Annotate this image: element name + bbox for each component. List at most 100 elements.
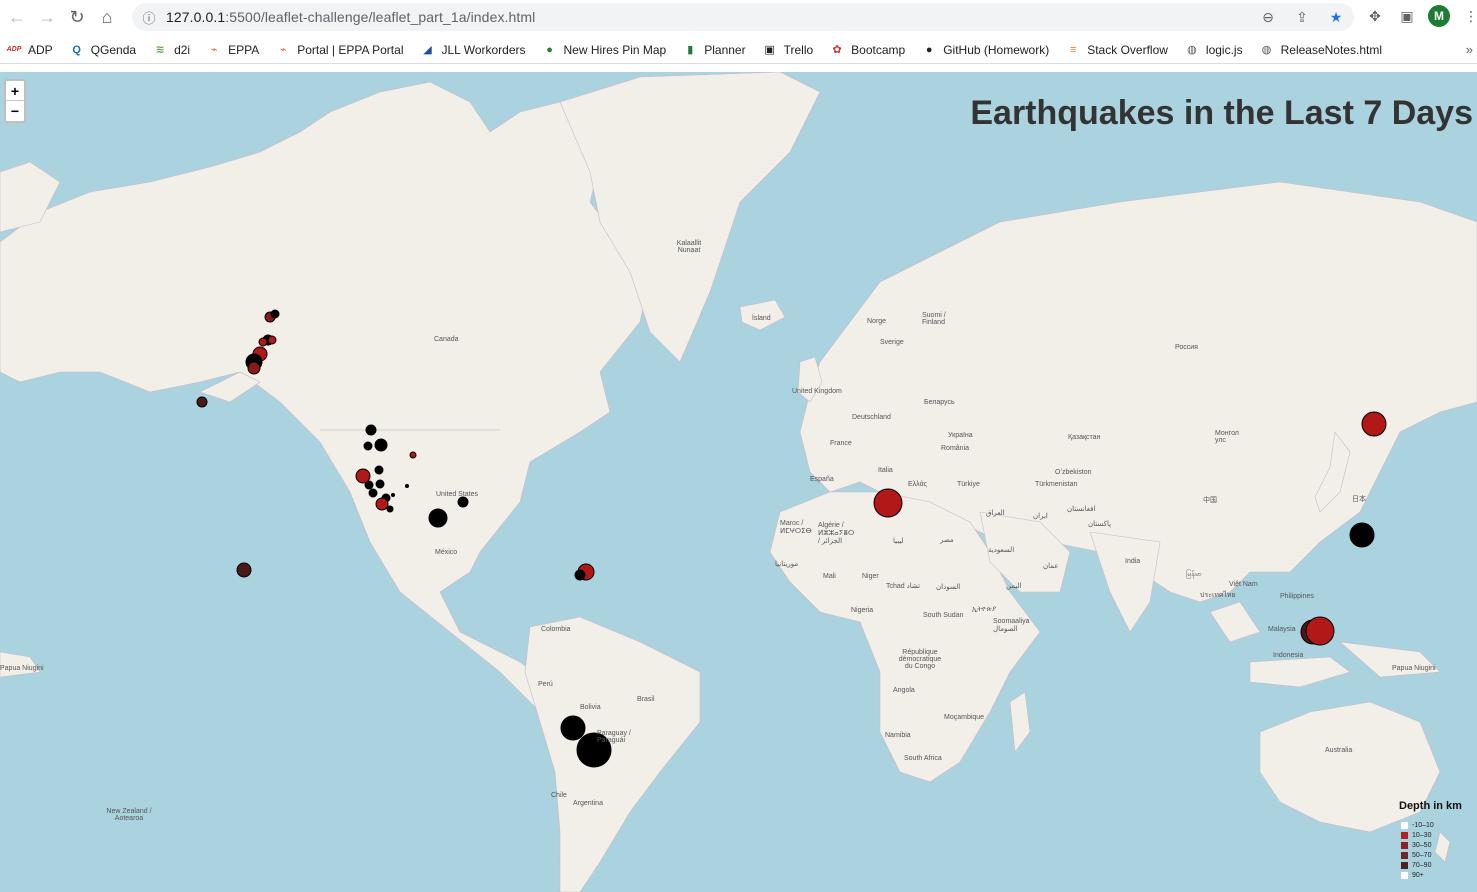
map-label: Қазақстан: [1068, 434, 1101, 441]
map-label: Россия: [1175, 344, 1198, 351]
jll-icon: ◢: [423, 44, 432, 56]
eppa-icon: ⌁: [210, 44, 218, 56]
menu-icon[interactable]: ⋮: [1460, 5, 1477, 27]
earthquake-marker[interactable]: [374, 438, 388, 452]
legend-label: 70–90: [1412, 861, 1432, 869]
earthquake-marker[interactable]: [258, 337, 268, 347]
earthquake-marker[interactable]: [196, 396, 208, 408]
map-label: افغانستان: [1067, 506, 1096, 513]
earthquake-marker[interactable]: [1361, 411, 1387, 437]
bookmark-bootcamp[interactable]: ✿ Bootcamp: [829, 42, 906, 58]
earthquake-marker[interactable]: [270, 309, 280, 319]
earthquake-marker[interactable]: [375, 497, 389, 511]
url-text[interactable]: 127.0.0.1:5500/leaflet-challenge/leaflet…: [166, 9, 535, 25]
map-label: Niger: [862, 573, 879, 580]
earthquake-marker[interactable]: [1349, 522, 1375, 548]
bookmark-label: ADP: [28, 42, 53, 57]
map-label: Australia: [1325, 747, 1353, 754]
bookmark-jll-workorders[interactable]: ◢ JLL Workorders: [419, 42, 525, 58]
bookmark-new-hires-pin-map[interactable]: ● New Hires Pin Map: [542, 42, 667, 58]
basemap: [0, 72, 1477, 892]
earthquake-marker[interactable]: [428, 508, 448, 528]
bookmark-d2i[interactable]: ≋ d2i: [152, 42, 190, 58]
earthquake-marker[interactable]: [365, 424, 377, 436]
legend-label: 10–30: [1412, 831, 1432, 839]
earthquake-marker[interactable]: [457, 496, 469, 508]
home-icon[interactable]: ⌂: [92, 2, 122, 32]
earthquake-marker[interactable]: [364, 480, 374, 490]
bookmark-label: New Hires Pin Map: [563, 42, 667, 57]
map-label: 日本: [1352, 496, 1366, 503]
map-label: France: [830, 440, 852, 447]
earthquake-marker[interactable]: [873, 488, 903, 518]
earthquake-marker[interactable]: [386, 505, 394, 513]
legend-item: -10–10: [1399, 820, 1471, 830]
map-label: السعودية: [988, 547, 1015, 554]
map-label: العراق: [986, 510, 1005, 517]
reload-icon[interactable]: ↻: [62, 2, 92, 32]
legend-title: Depth in km: [1399, 800, 1462, 812]
bookmark-eppa[interactable]: ⌁ EPPA: [206, 42, 259, 58]
forward-icon[interactable]: →: [32, 2, 62, 32]
bookmark-github-homework[interactable]: ● GitHub (Homework): [921, 42, 1049, 58]
map-label: México: [435, 549, 458, 556]
earthquake-marker[interactable]: [368, 488, 378, 498]
side-panel-icon[interactable]: ▣: [1396, 5, 1418, 27]
earthquake-marker[interactable]: [267, 335, 277, 345]
bookmark-label: Trello: [783, 42, 814, 57]
extensions-icon[interactable]: ✥: [1364, 5, 1386, 27]
map-label: Беларусь: [924, 399, 955, 406]
earthquake-marker[interactable]: [391, 493, 395, 497]
map-label: United States: [436, 491, 479, 498]
map-label: Algérie / ⵍⵣⵣⴰⵢⴻⵔ / الجزائر: [818, 522, 855, 545]
bookmark-label: EPPA: [228, 42, 260, 57]
legend-label: -10–10: [1412, 821, 1434, 829]
bookmark-star-icon[interactable]: ★: [1326, 7, 1346, 27]
map-label: Perú: [538, 681, 553, 688]
bookmark-qgenda[interactable]: Q QGenda: [69, 42, 136, 58]
bookmark-portal-eppa-portal[interactable]: ⌁ Portal | EPPA Portal: [275, 42, 404, 58]
map-label: India: [1125, 558, 1141, 565]
map-label: Maroc / ⵍⵎⵖⵔⵉⴱ: [780, 520, 812, 535]
map-label: Sverige: [880, 339, 904, 346]
bookmark-planner[interactable]: ▮ Planner: [682, 42, 745, 58]
map-label: South Sudan: [923, 612, 964, 619]
zoom-in-button[interactable]: +: [6, 81, 24, 101]
earthquake-marker[interactable]: [405, 484, 409, 488]
earthquake-marker[interactable]: [409, 451, 417, 459]
earthquake-marker[interactable]: [363, 441, 373, 451]
earthquake-marker[interactable]: [574, 569, 586, 581]
back-icon[interactable]: ←: [2, 2, 32, 32]
earthquake-marker[interactable]: [560, 715, 586, 741]
earthquake-marker[interactable]: [375, 479, 385, 489]
bookmark-releasenotes-html[interactable]: ◍ ReleaseNotes.html: [1259, 42, 1382, 58]
share-icon[interactable]: ⇪: [1292, 7, 1312, 27]
map-label: Angola: [893, 687, 915, 694]
map-label: اليمن: [1006, 583, 1022, 590]
map-label: Brasil: [637, 696, 655, 703]
address-bar[interactable]: ⓘ 127.0.0.1:5500/leaflet-challenge/leafl…: [132, 3, 1354, 31]
bookmark-label: Portal | EPPA Portal: [297, 42, 404, 57]
zoom-icon[interactable]: ⊖: [1258, 7, 1278, 27]
map-label: Deutschland: [852, 414, 891, 421]
map-container[interactable]: Kalaallit Nunaat Ísland Norge Suomi / Fi…: [0, 72, 1477, 892]
earthquake-marker[interactable]: [1305, 616, 1335, 646]
profile-avatar[interactable]: M: [1428, 5, 1450, 27]
zoom-out-button[interactable]: −: [6, 101, 24, 121]
bookmark-stack-overflow[interactable]: ≡ Stack Overflow: [1065, 42, 1168, 58]
earthquake-marker[interactable]: [374, 465, 384, 475]
earthquake-marker[interactable]: [247, 361, 261, 375]
earthquake-marker[interactable]: [236, 562, 252, 578]
bookmark-adp[interactable]: ADP ADP: [6, 42, 53, 58]
map-label: ประเทศไทย: [1200, 592, 1236, 599]
map-label: Ísland: [752, 315, 771, 322]
bookmark-trello[interactable]: ▣ Trello: [762, 42, 814, 58]
map-label: Soomaaliya الصومال: [993, 618, 1030, 633]
site-info-icon[interactable]: ⓘ: [132, 8, 166, 27]
bookmark-logic-js[interactable]: ◍ logic.js: [1184, 42, 1243, 58]
legend-item: 70–90: [1399, 860, 1471, 870]
map-label: ليبيا: [893, 538, 904, 545]
bookmark-label: Planner: [704, 42, 746, 57]
d2i-icon: ≋: [155, 44, 165, 56]
bookmarks-overflow-icon[interactable]: »: [1466, 42, 1473, 57]
